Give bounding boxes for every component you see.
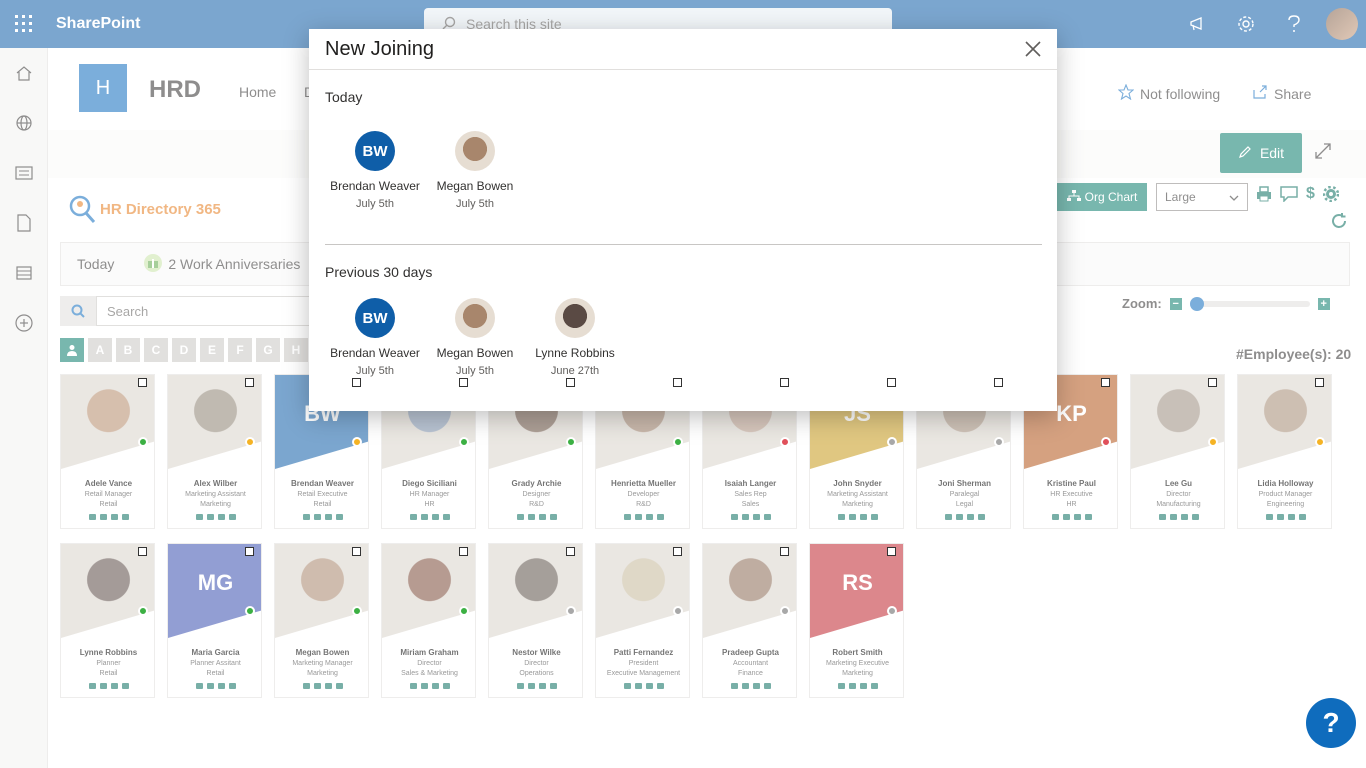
new-joiner[interactable]: Lynne Robbins June 27th — [525, 298, 625, 377]
presence-indicator — [887, 437, 897, 447]
presence-indicator — [1208, 437, 1218, 447]
presence-indicator — [780, 437, 790, 447]
new-joiner-avatar: BW — [355, 131, 395, 171]
qr-code-icon[interactable] — [673, 378, 682, 387]
close-icon[interactable] — [1023, 39, 1043, 59]
new-joiner-date: June 27th — [550, 365, 600, 377]
qr-code-icon[interactable] — [887, 378, 896, 387]
presence-indicator — [245, 606, 255, 616]
presence-indicator — [352, 606, 362, 616]
presence-indicator — [566, 606, 576, 616]
qr-code-icon[interactable] — [245, 547, 254, 556]
qr-code-icon[interactable] — [459, 547, 468, 556]
presence-indicator — [1101, 437, 1111, 447]
presence-indicator — [673, 606, 683, 616]
new-joiner[interactable]: Megan Bowen July 5th — [425, 131, 525, 210]
new-joiner-avatar — [555, 298, 595, 338]
presence-indicator — [459, 437, 469, 447]
presence-indicator — [566, 437, 576, 447]
presence-indicator — [138, 606, 148, 616]
new-joiner[interactable]: BW Brendan Weaver July 5th — [325, 131, 425, 210]
new-joiner-avatar — [455, 131, 495, 171]
help-fab-button[interactable]: ? — [1306, 698, 1356, 748]
dialog-title: New Joining — [309, 29, 1057, 70]
presence-indicator — [459, 606, 469, 616]
presence-indicator — [887, 606, 897, 616]
qr-code-icon[interactable] — [673, 547, 682, 556]
presence-indicator — [994, 437, 1004, 447]
qr-code-icon[interactable] — [780, 378, 789, 387]
new-joiner[interactable]: BW Brendan Weaver July 5th — [325, 298, 425, 377]
new-joiner-name: Megan Bowen — [436, 179, 514, 193]
qr-code-icon[interactable] — [1315, 378, 1324, 387]
new-joiner-date: July 5th — [456, 198, 494, 210]
qr-code-icon[interactable] — [566, 378, 575, 387]
new-joiner-date: July 5th — [356, 198, 394, 210]
presence-indicator — [352, 437, 362, 447]
previous-heading: Previous 30 days — [325, 264, 433, 280]
qr-code-icon[interactable] — [138, 547, 147, 556]
new-joining-dialog: New Joining Today BW Brendan Weaver July 5… — [309, 29, 1057, 411]
qr-code-icon[interactable] — [994, 378, 1003, 387]
qr-code-icon[interactable] — [780, 547, 789, 556]
qr-code-icon[interactable] — [245, 378, 254, 387]
presence-indicator — [1315, 437, 1325, 447]
divider — [325, 244, 1042, 245]
qr-code-icon[interactable] — [1208, 378, 1217, 387]
new-joiner-name: Megan Bowen — [436, 346, 514, 360]
qr-code-icon[interactable] — [352, 547, 361, 556]
qr-code-icon[interactable] — [887, 547, 896, 556]
new-joiner-name: Brendan Weaver — [330, 346, 420, 360]
qr-code-icon[interactable] — [352, 378, 361, 387]
new-joiner-name: Lynne Robbins — [535, 346, 615, 360]
today-heading: Today — [325, 89, 363, 105]
new-joiner-avatar: BW — [355, 298, 395, 338]
qr-code-icon[interactable] — [459, 378, 468, 387]
presence-indicator — [673, 437, 683, 447]
new-joiner[interactable]: Megan Bowen July 5th — [425, 298, 525, 377]
new-joiner-avatar — [455, 298, 495, 338]
qr-code-icon[interactable] — [566, 547, 575, 556]
presence-indicator — [138, 437, 148, 447]
new-joiner-name: Brendan Weaver — [330, 179, 420, 193]
new-joiner-date: July 5th — [356, 365, 394, 377]
presence-indicator — [780, 606, 790, 616]
qr-code-icon[interactable] — [138, 378, 147, 387]
new-joiner-date: July 5th — [456, 365, 494, 377]
presence-indicator — [245, 437, 255, 447]
qr-code-icon[interactable] — [1101, 378, 1110, 387]
